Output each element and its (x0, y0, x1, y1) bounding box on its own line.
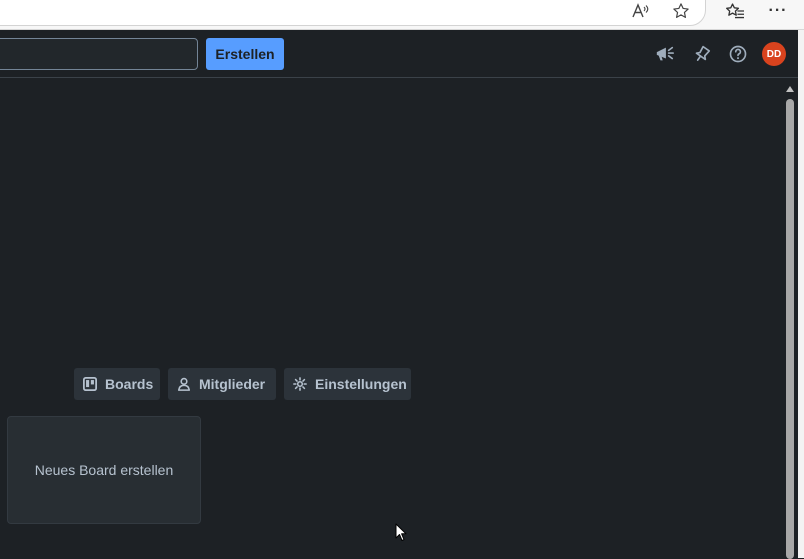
browser-toolbar: ··· (0, 0, 804, 30)
scroll-up-arrow-icon[interactable] (786, 86, 794, 92)
tab-label: Mitglieder (199, 376, 266, 392)
app-header: Erstellen DD (0, 30, 798, 78)
read-aloud-icon[interactable] (628, 0, 654, 22)
mouse-cursor-icon (395, 523, 407, 542)
tab-members[interactable]: Mitglieder (168, 368, 276, 400)
window-edge (798, 30, 804, 558)
avatar[interactable]: DD (762, 42, 786, 66)
more-menu-icon[interactable]: ··· (765, 0, 791, 22)
person-icon (177, 377, 191, 391)
tab-settings[interactable]: Einstellungen (284, 368, 411, 400)
help-icon[interactable] (726, 42, 750, 66)
scrollbar[interactable] (783, 79, 798, 559)
notifications-icon[interactable] (690, 42, 714, 66)
new-board-tile[interactable]: Neues Board erstellen (7, 416, 201, 524)
create-button[interactable]: Erstellen (206, 38, 284, 70)
tab-boards[interactable]: Boards (74, 368, 160, 400)
board-icon (83, 377, 97, 391)
search-input[interactable] (0, 38, 198, 70)
new-board-label: Neues Board erstellen (34, 462, 174, 478)
favorites-list-icon[interactable] (722, 0, 748, 22)
tab-label: Boards (105, 376, 154, 392)
gear-icon (293, 377, 307, 391)
tab-label: Einstellungen (315, 376, 407, 392)
favorite-star-icon[interactable] (668, 0, 694, 22)
scroll-thumb[interactable] (786, 99, 794, 559)
announcement-icon[interactable] (653, 42, 677, 66)
browser-address-bar[interactable] (0, 0, 706, 26)
